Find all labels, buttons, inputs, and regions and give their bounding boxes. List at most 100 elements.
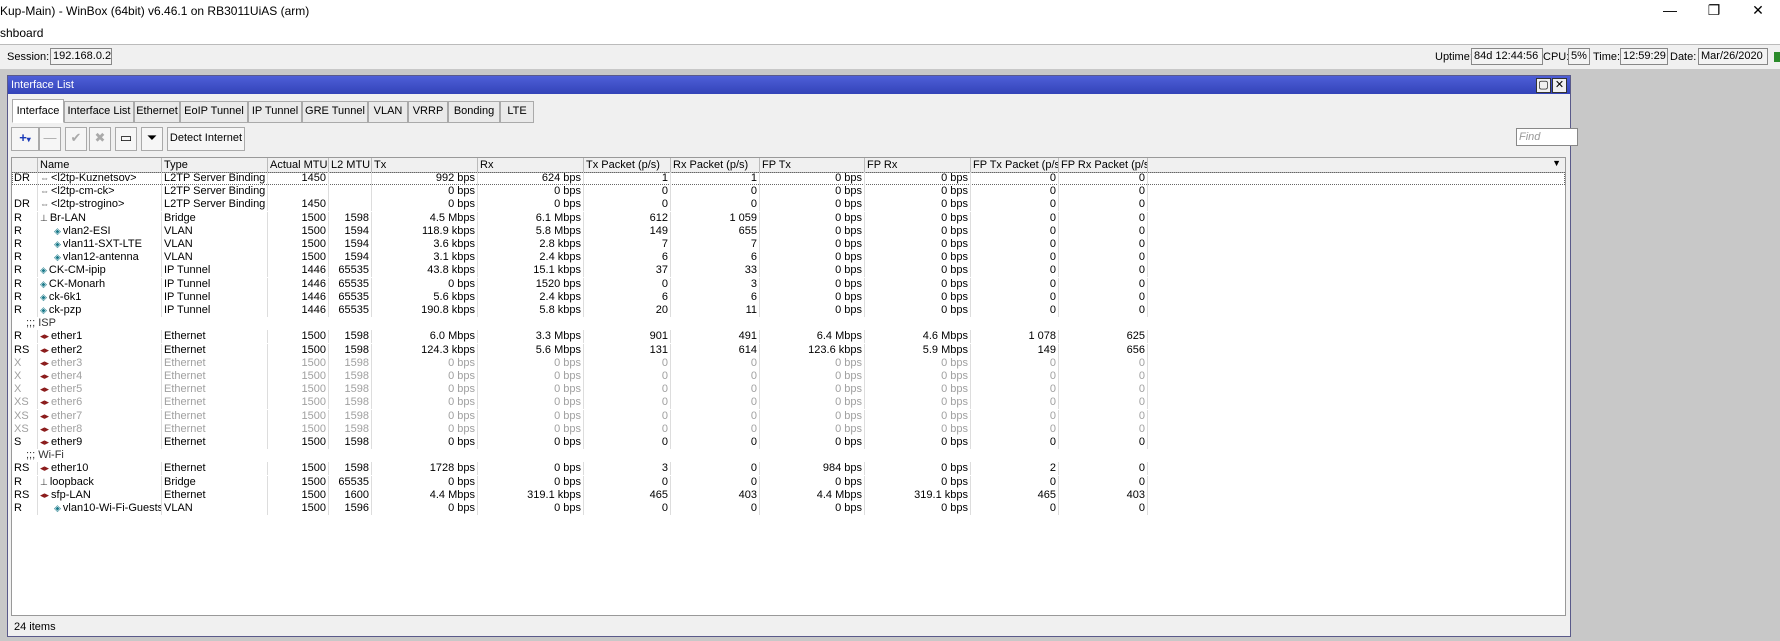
cell-fprxp: 0	[1059, 502, 1148, 515]
table-row[interactable]: X ◂▸ ether3 Ethernet 1500 1598 0 bps 0 bps 0 0 0 b…	[12, 356, 1565, 370]
cell-rxp: 0	[671, 185, 760, 199]
column-header-rx[interactable]: Rx	[478, 158, 584, 172]
table-row[interactable]: DR ⇔ <l2tp-Kuznetsov> L2TP Server Binding 14…	[12, 172, 1565, 185]
table-row[interactable]: R ⊥ loopback Bridge 1500 65535 0 bps 0 bps 0 0 0 b…	[12, 475, 1565, 489]
comment-button[interactable]: ▭	[115, 127, 137, 151]
session-field[interactable]: 192.168.0.2	[50, 48, 112, 65]
cell-txp: 131	[584, 343, 671, 357]
column-header-rx-packet-p-s[interactable]: Rx Packet (p/s)	[671, 158, 760, 172]
session-label: Session:	[7, 51, 50, 63]
add-button[interactable]: +▾	[11, 127, 39, 151]
column-header-type[interactable]: Type	[162, 158, 268, 172]
filter-button[interactable]: ⏷	[141, 127, 163, 151]
column-header-flags[interactable]	[12, 158, 38, 172]
table-row[interactable]: X ◂▸ ether4 Ethernet 1500 1598 0 bps 0 bps 0 0 0 b…	[12, 370, 1565, 383]
cell-tx: 118.9 kbps	[372, 224, 478, 238]
cell-fptx: 0 bps	[760, 396, 865, 410]
menu-item-dashboard[interactable]: shboard	[0, 26, 43, 40]
uptime-label: Uptime:	[1435, 51, 1473, 63]
tab-bonding[interactable]: Bonding	[448, 101, 500, 123]
cell-fptx: 0 bps	[760, 383, 865, 397]
table-row[interactable]: R ◈ ck-6k1 IP Tunnel 1446 65535 5.6 kbps 2.4 kb…	[12, 290, 1565, 304]
window-close-icon[interactable]: ✕	[1552, 78, 1567, 93]
table-row[interactable]: RS ◂▸ sfp-LAN Ethernet 1500 1600 4.4 Mbps 319.1…	[12, 488, 1565, 502]
tunnel-icon: ◈	[40, 265, 47, 276]
column-header-fp-tx-packet-p-s[interactable]: FP Tx Packet (p/s)	[971, 158, 1059, 172]
table-row[interactable]: R ◈ vlan12-antenna VLAN 1500 1594 3.1 kbps 2.4 …	[12, 251, 1565, 265]
table-row[interactable]: R ◂▸ ether1 Ethernet 1500 1598 6.0 Mbps 3.3 Mbp…	[12, 330, 1565, 344]
table-row[interactable]: ⇔ <l2tp-cm-ck> L2TP Server Binding 0 bps 0 b…	[12, 185, 1565, 199]
column-header-tx[interactable]: Tx	[372, 158, 478, 172]
table-row[interactable]: XS ◂▸ ether6 Ethernet 1500 1598 0 bps 0 bps 0 0 0 …	[12, 396, 1565, 410]
table-row[interactable]: R ◈ CK-CM-ipip IP Tunnel 1446 65535 43.8 kbps 1…	[12, 264, 1565, 278]
ethernet-icon: ◂▸	[40, 410, 50, 421]
cell-fptxp: 465	[971, 488, 1059, 502]
table-row[interactable]: R ◈ vlan2-ESI VLAN 1500 1594 118.9 kbps 5.8 Mbp…	[12, 224, 1565, 238]
tab-ethernet[interactable]: Ethernet	[134, 101, 180, 123]
table-row[interactable]: X ◂▸ ether5 Ethernet 1500 1598 0 bps 0 bps 0 0 0 b…	[12, 383, 1565, 397]
tab-ip-tunnel[interactable]: IP Tunnel	[248, 101, 302, 123]
cell-name: ◂▸ ether9	[38, 436, 162, 449]
cell-tx: 0 bps	[372, 436, 478, 449]
cell-fprxp: 0	[1059, 383, 1148, 397]
table-row[interactable]: XS ◂▸ ether8 Ethernet 1500 1598 0 bps 0 bps 0 0 0 …	[12, 422, 1565, 436]
cell-tx: 4.5 Mbps	[372, 211, 478, 225]
tab-eoip-tunnel[interactable]: EoIP Tunnel	[180, 101, 248, 123]
table-row[interactable]: RS ◂▸ ether2 Ethernet 1500 1598 124.3 kbps 5.6 …	[12, 343, 1565, 357]
maximize-button[interactable]: ❐	[1692, 0, 1736, 23]
table-row[interactable]: RS ◂▸ ether10 Ethernet 1500 1598 1728 bps 0 bps…	[12, 462, 1565, 476]
cell-tx: 0 bps	[372, 409, 478, 423]
window-restore-icon[interactable]: ▢	[1536, 78, 1551, 93]
remove-button[interactable]: —	[39, 127, 61, 151]
table-row[interactable]: XS ◂▸ ether7 Ethernet 1500 1598 0 bps 0 bps 0 0 0 …	[12, 409, 1565, 423]
table-row[interactable]: DR ⇔ <l2tp-strogino> L2TP Server Binding 145…	[12, 198, 1565, 212]
table-row[interactable]: R ◈ vlan10-Wi-Fi-Guests VLAN 1500 1596 0 bps 0 …	[12, 502, 1565, 515]
table-row[interactable]: R ◈ ck-pzp IP Tunnel 1446 65535 190.8 kbps 5.8 …	[12, 304, 1565, 317]
minimize-button[interactable]: —	[1648, 0, 1692, 23]
detect-internet-button[interactable]: Detect Internet	[167, 127, 245, 151]
column-menu-icon[interactable]: ▼	[1552, 158, 1561, 168]
column-header-fp-rx[interactable]: FP Rx	[865, 158, 971, 172]
interface-table: ▼ Name Type Actual MTU L2 MTU Tx Rx Tx Packet …	[11, 157, 1566, 616]
tab-vrrp[interactable]: VRRP	[408, 101, 448, 123]
tab-interface[interactable]: Interface	[12, 99, 64, 123]
cell-l2mtu	[329, 198, 372, 212]
cell-tx: 992 bps	[372, 172, 478, 185]
tab-vlan[interactable]: VLAN	[368, 101, 408, 123]
interface-name: ck-6k1	[48, 290, 82, 303]
tab-interface-list[interactable]: Interface List	[64, 101, 134, 123]
cell-fprx: 5.9 Mbps	[865, 343, 971, 357]
enable-button[interactable]: ✔	[65, 127, 87, 151]
disable-button[interactable]: ✖	[89, 127, 111, 151]
table-row[interactable]: R ◈ CK-Monarh IP Tunnel 1446 65535 0 bps 1520 b…	[12, 277, 1565, 291]
cell-fptxp: 0	[971, 502, 1059, 515]
date-label: Date:	[1670, 51, 1697, 63]
cell-flag: RS	[12, 488, 38, 502]
ethernet-icon: ◂▸	[40, 423, 50, 434]
window-titlebar[interactable]: Interface List ▢ ✕	[8, 76, 1570, 94]
table-row[interactable]: S ◂▸ ether9 Ethernet 1500 1598 0 bps 0 bps 0 0 0 b…	[12, 436, 1565, 449]
table-row[interactable]: R ◈ vlan11-SXT-LTE VLAN 1500 1594 3.6 kbps 2.8 …	[12, 238, 1565, 251]
comment-row[interactable]: ;;; ISP	[12, 317, 1565, 330]
cell-tx: 5.6 kbps	[372, 290, 478, 304]
column-header-l2-mtu[interactable]: L2 MTU	[329, 158, 372, 172]
cell-type: IP Tunnel	[162, 264, 268, 278]
tab-gre-tunnel[interactable]: GRE Tunnel	[302, 101, 368, 123]
cell-fptxp: 0	[971, 185, 1059, 199]
table-row[interactable]: R ⊥ Br-LAN Bridge 1500 1598 4.5 Mbps 6.1 Mbps 61…	[12, 211, 1565, 225]
cell-fptx: 0 bps	[760, 264, 865, 278]
column-header-tx-packet-p-s[interactable]: Tx Packet (p/s)	[584, 158, 671, 172]
column-header-fp-tx[interactable]: FP Tx	[760, 158, 865, 172]
close-button[interactable]: ✕	[1736, 0, 1780, 23]
cell-tx: 0 bps	[372, 356, 478, 370]
l2tp-icon: ⇔	[40, 173, 49, 183]
find-input[interactable]: Find	[1516, 128, 1578, 146]
tab-lte[interactable]: LTE	[500, 101, 534, 123]
column-header-fp-rx-packet-p-s[interactable]: FP Rx Packet (p/s)	[1059, 158, 1148, 172]
cell-fprxp: 0	[1059, 198, 1148, 212]
column-header-actual-mtu[interactable]: Actual MTU	[268, 158, 329, 172]
comment-row[interactable]: ;;; Wi-Fi	[12, 449, 1565, 462]
cell-fprxp: 0	[1059, 251, 1148, 265]
column-header-name[interactable]: Name	[38, 158, 162, 172]
vlan-icon: ◈	[54, 252, 61, 263]
